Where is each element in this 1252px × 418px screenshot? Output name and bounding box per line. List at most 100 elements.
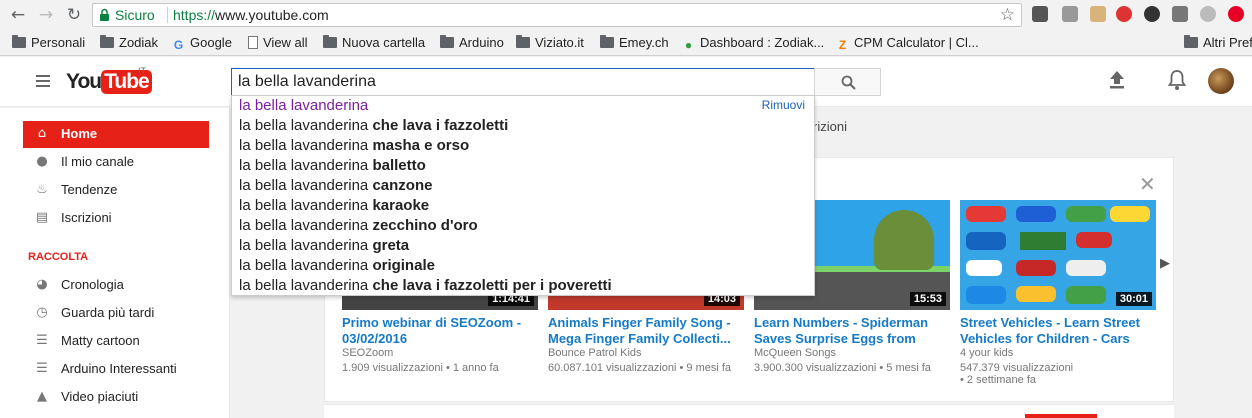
suggestion-item[interactable]: la bella lavanderina masha e orso: [239, 136, 469, 156]
tab-subscriptions[interactable]: rizioni: [813, 119, 847, 134]
bookmark-viziato[interactable]: Viziato.it: [516, 35, 584, 50]
suggestion-prefix: la bella lavanderina: [239, 177, 369, 194]
sidebar-item-label: Iscrizioni: [61, 210, 112, 225]
avatar[interactable]: [1208, 68, 1234, 94]
sidebar: ⌂ Home ● Il mio canale ♨ Tendenze ▤ Iscr…: [0, 108, 230, 418]
search-input[interactable]: [238, 73, 798, 91]
video-thumbnail[interactable]: 30:01: [960, 200, 1156, 310]
upload-icon[interactable]: [1108, 70, 1126, 90]
bookmark-arduino[interactable]: Arduino: [440, 35, 504, 50]
video-views: 1.909 visualizzazioni: [342, 362, 443, 374]
sidebar-item-playlist-matty[interactable]: ☰ Matty cartoon: [23, 328, 209, 355]
suggestion-suffix: balletto: [372, 157, 426, 174]
adblock-extension-icon[interactable]: [1116, 6, 1132, 22]
pocket-extension-icon[interactable]: [1172, 6, 1188, 22]
address-bar[interactable]: Sicuro https://www.youtube.com ☆: [92, 3, 1022, 27]
suggestion-item[interactable]: la bella lavanderina karaoke: [239, 196, 429, 216]
bookmark-altri-preferiti[interactable]: Altri Prefe: [1184, 35, 1252, 50]
close-icon[interactable]: ✕: [1139, 172, 1156, 196]
bookmark-view-all[interactable]: View all: [248, 35, 308, 50]
bookmark-google[interactable]: G Google: [172, 35, 232, 52]
reload-icon[interactable]: ↻: [64, 5, 84, 25]
bookmark-zodiak[interactable]: Zodiak: [100, 35, 158, 50]
suggestion-item[interactable]: la bella lavanderina greta: [239, 236, 409, 256]
notifications-bell-icon[interactable]: [1168, 69, 1186, 91]
sidebar-item-watch-later[interactable]: ◷ Guarda più tardi: [23, 300, 209, 327]
bookmark-cpm-calculator[interactable]: Z CPM Calculator | Cl...: [836, 35, 979, 52]
calculator-extension-icon[interactable]: [1032, 6, 1048, 22]
youtube-logo[interactable]: You Tube IT: [66, 66, 152, 96]
suggestion-item[interactable]: la bella lavanderina canzone: [239, 176, 432, 196]
suggestion-item[interactable]: la bella lavanderina zecchino d'oro: [239, 216, 478, 236]
extension-icon[interactable]: [1200, 6, 1216, 22]
secure-label: Sicuro: [115, 7, 155, 23]
video-meta: 1.909 visualizzazioni • 1 anno fa: [342, 362, 499, 374]
sidebar-item-label: Tendenze: [61, 182, 118, 197]
search-box[interactable]: [231, 68, 815, 96]
suggestion-suffix: masha e orso: [372, 137, 470, 154]
video-channel[interactable]: McQueen Songs: [754, 347, 836, 359]
video-channel[interactable]: SEOZoom: [342, 347, 393, 359]
forward-arrow-icon[interactable]: →: [36, 5, 56, 25]
pinterest-extension-icon[interactable]: [1228, 6, 1244, 22]
suggestion-item[interactable]: la bella lavanderina originale: [239, 256, 435, 276]
suggestion-item[interactable]: la bella lavanderina balletto: [239, 156, 426, 176]
folder-icon: [440, 35, 454, 48]
video-channel[interactable]: Bounce Patrol Kids: [548, 347, 642, 359]
bookmark-label: Dashboard : Zodiak...: [700, 35, 825, 50]
folder-icon: [323, 35, 337, 48]
search-suggestions: la bella lavanderina Rimuovi la bella la…: [231, 95, 815, 296]
suggestion-item[interactable]: la bella lavanderina: [239, 96, 368, 116]
bookmark-dashboard-zodiak[interactable]: ● Dashboard : Zodiak...: [682, 35, 824, 52]
flame-icon: ♨: [36, 182, 48, 197]
suggestion-item[interactable]: la bella lavanderina che lava i fazzolet…: [239, 116, 508, 136]
playlist-icon: ☰: [36, 333, 48, 348]
gmail-extension-icon[interactable]: [1062, 6, 1078, 22]
video-title[interactable]: Learn Numbers - Spiderman Saves Surprise…: [754, 315, 950, 347]
suggestion-suffix: canzone: [372, 177, 433, 194]
bookmark-star-icon[interactable]: ☆: [1000, 5, 1015, 25]
suggestion-prefix: la bella lavanderina: [239, 197, 369, 214]
chevron-right-icon[interactable]: ▶: [1160, 255, 1170, 271]
suggestion-prefix: la bella lavanderina: [239, 117, 369, 134]
bookmark-personali[interactable]: Personali: [12, 35, 85, 50]
camera-extension-icon[interactable]: [1144, 6, 1160, 22]
url-text[interactable]: https://www.youtube.com: [173, 7, 329, 23]
bookmark-label: Google: [190, 35, 232, 50]
video-title[interactable]: Primo webinar di SEOZoom - 03/02/2016: [342, 315, 538, 347]
search-button[interactable]: [814, 68, 881, 96]
logo-you-text: You: [66, 70, 102, 93]
remove-suggestion-link[interactable]: Rimuovi: [762, 98, 805, 112]
sidebar-item-trending[interactable]: ♨ Tendenze: [23, 177, 209, 204]
bookmark-emey[interactable]: Emey.ch: [600, 35, 669, 50]
sidebar-item-playlist-arduino[interactable]: ☰ Arduino Interessanti: [23, 356, 209, 383]
url-scheme: https://: [173, 7, 216, 23]
sidebar-item-my-channel[interactable]: ● Il mio canale: [23, 149, 209, 176]
sidebar-item-subscriptions[interactable]: ▤ Iscrizioni: [23, 205, 209, 232]
bookmark-nuova-cartella[interactable]: Nuova cartella: [323, 35, 425, 50]
user-icon: ●: [36, 154, 48, 169]
sidebar-item-home[interactable]: ⌂ Home: [23, 121, 209, 148]
video-meta: 547.379 visualizzazioni • 2 settimane fa: [960, 362, 1074, 386]
suggestion-item[interactable]: la bella lavanderina che lava i fazzolet…: [239, 276, 612, 296]
sidebar-item-liked-videos[interactable]: ▲ Video piaciuti: [23, 384, 209, 411]
menu-icon[interactable]: [36, 75, 50, 87]
extension-icon[interactable]: [1090, 6, 1106, 22]
bookmark-label: Nuova cartella: [342, 35, 426, 50]
sidebar-item-label: Arduino Interessanti: [61, 361, 177, 376]
suggestion-suffix: greta: [372, 237, 410, 254]
subscribe-button[interactable]: [1025, 414, 1097, 418]
video-title[interactable]: Street Vehicles - Learn Street Vehicles …: [960, 315, 1156, 347]
sidebar-item-label: Guarda più tardi: [61, 305, 155, 320]
video-channel[interactable]: 4 your kids: [960, 347, 1013, 359]
video-views: 547.379 visualizzazioni: [960, 362, 1074, 374]
playlist-icon: ☰: [36, 361, 48, 376]
video-title[interactable]: Animals Finger Family Song - Mega Finger…: [548, 315, 744, 347]
back-arrow-icon[interactable]: ←: [8, 5, 28, 25]
video-duration: 15:53: [909, 292, 946, 306]
sidebar-item-history[interactable]: ◕ Cronologia: [23, 272, 209, 299]
suggestion-suffix: che lava i fazzoletti per i poveretti: [372, 277, 612, 294]
thumbs-up-icon: ▲: [37, 389, 47, 404]
suggestion-suffix: karaoke: [372, 197, 430, 214]
video-meta: 3.900.300 visualizzazioni • 5 mesi fa: [754, 362, 931, 374]
